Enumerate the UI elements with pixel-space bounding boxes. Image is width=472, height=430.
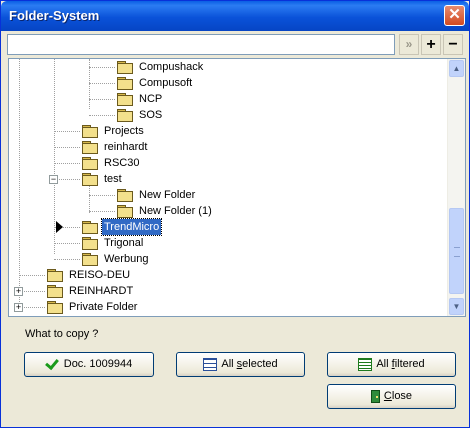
folder-tree[interactable]: ▲ ▼ Compushack Compusoft NCP SOS Projects rei… bbox=[8, 58, 466, 317]
tree-item-label: REISO-DEU bbox=[69, 269, 131, 281]
close-label: Close bbox=[383, 390, 413, 402]
tree-item-label: TrendMicro bbox=[100, 218, 163, 236]
checkmark-icon bbox=[46, 357, 60, 367]
expand-node-icon[interactable]: + bbox=[14, 303, 23, 312]
tree-item-label: REINHARDT bbox=[69, 285, 134, 297]
folder-icon bbox=[82, 157, 98, 170]
folder-icon bbox=[47, 301, 63, 314]
close-icon: ✕ bbox=[448, 6, 461, 23]
folder-icon bbox=[117, 93, 133, 106]
tree-line bbox=[89, 99, 115, 100]
folder-icon bbox=[117, 109, 133, 122]
tree-line bbox=[54, 259, 80, 260]
tree-item-label: RSC30 bbox=[104, 157, 140, 169]
folder-icon bbox=[117, 189, 133, 202]
folder-system-dialog: Folder-System ✕ » + − ▲ ▼ Compushack Comp… bbox=[0, 0, 470, 428]
tree-line bbox=[89, 211, 115, 212]
folder-icon bbox=[47, 269, 63, 282]
folder-icon bbox=[82, 173, 98, 186]
tree-item-label: reinhardt bbox=[104, 141, 148, 153]
folder-icon bbox=[117, 61, 133, 74]
tree-item-label: test bbox=[104, 173, 122, 185]
folder-icon bbox=[82, 237, 98, 250]
checklist-icon bbox=[203, 357, 218, 371]
folder-icon bbox=[82, 253, 98, 266]
tree-item-label: Projects bbox=[104, 125, 144, 137]
scroll-down-button[interactable]: ▼ bbox=[449, 298, 464, 315]
tree-line bbox=[19, 275, 45, 276]
vertical-scrollbar[interactable]: ▲ ▼ bbox=[447, 59, 465, 316]
minus-icon: − bbox=[448, 36, 458, 53]
collapse-node-icon[interactable]: − bbox=[49, 175, 58, 184]
folder-icon bbox=[82, 141, 98, 154]
list-icon bbox=[358, 357, 373, 371]
tree-line bbox=[54, 243, 80, 244]
expand-all-button[interactable]: + bbox=[421, 34, 441, 55]
tree-line bbox=[19, 59, 20, 302]
tree-item-label: SOS bbox=[139, 109, 163, 121]
tree-item-label: Werbung bbox=[104, 253, 149, 265]
copy-document-button[interactable]: Doc. 1009944 bbox=[24, 352, 154, 377]
tree-line bbox=[89, 195, 115, 196]
folder-icon bbox=[47, 285, 63, 298]
tree-item-label: NCP bbox=[139, 93, 163, 105]
scroll-up-button[interactable]: ▲ bbox=[449, 60, 464, 77]
tree-line bbox=[54, 131, 80, 132]
tree-item-label: Trigonal bbox=[104, 237, 144, 249]
folder-icon bbox=[82, 221, 98, 234]
tree-line bbox=[54, 163, 80, 164]
toolbar: » + − bbox=[7, 34, 467, 56]
expand-node-icon[interactable]: + bbox=[14, 287, 23, 296]
plus-icon: + bbox=[426, 36, 436, 53]
tree-line bbox=[54, 59, 55, 254]
tree-line bbox=[54, 147, 80, 148]
scroll-thumb[interactable] bbox=[449, 208, 464, 294]
collapse-all-button[interactable]: − bbox=[443, 34, 463, 55]
tree-item-label: Compushack bbox=[139, 61, 204, 73]
current-item-pointer-icon bbox=[56, 221, 63, 233]
close-window-button[interactable]: ✕ bbox=[444, 5, 465, 26]
tree-line bbox=[89, 115, 115, 116]
go-button[interactable]: » bbox=[399, 34, 419, 55]
copy-document-label: Doc. 1009944 bbox=[63, 358, 133, 370]
title-bar[interactable]: Folder-System ✕ bbox=[1, 1, 469, 31]
close-button[interactable]: Close bbox=[327, 384, 456, 409]
tree-line bbox=[89, 67, 115, 68]
folder-icon bbox=[117, 77, 133, 90]
door-icon bbox=[370, 389, 380, 403]
tree-item-label: New Folder bbox=[139, 189, 196, 201]
tree-line bbox=[89, 83, 115, 84]
double-chevron-right-icon: » bbox=[405, 37, 413, 51]
what-to-copy-label: What to copy ? bbox=[25, 328, 99, 340]
folder-icon bbox=[117, 205, 133, 218]
tree-item-label: New Folder (1) bbox=[139, 205, 212, 217]
folder-search-input[interactable] bbox=[7, 34, 395, 55]
tree-item-label: Compusoft bbox=[139, 77, 193, 89]
all-filtered-label: All filtered bbox=[376, 358, 425, 370]
copy-all-filtered-button[interactable]: All filtered bbox=[327, 352, 456, 377]
window-title: Folder-System bbox=[9, 8, 100, 23]
all-selected-label: All selected bbox=[221, 358, 278, 370]
folder-icon bbox=[82, 125, 98, 138]
copy-all-selected-button[interactable]: All selected bbox=[176, 352, 305, 377]
tree-item-label: Private Folder bbox=[69, 301, 138, 313]
